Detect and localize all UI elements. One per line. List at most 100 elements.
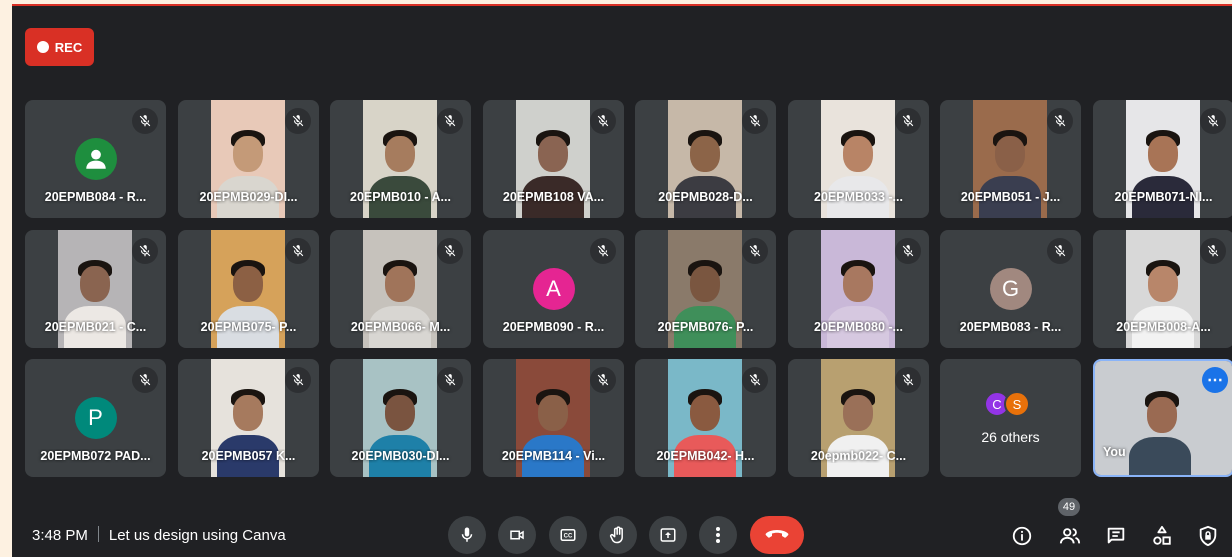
participant-name: 20EPMB057 K... [201, 449, 296, 463]
video-figure-head [385, 266, 415, 302]
others-tile[interactable]: C S 26 others [940, 359, 1081, 477]
mic-off-indicator [437, 367, 463, 393]
participant-name: 20EPMB084 - R... [44, 190, 147, 204]
mic-off-indicator [1047, 238, 1073, 264]
participant-tile[interactable]: 20EPMB028-D... [635, 100, 776, 218]
mic-off-icon [902, 245, 914, 257]
participant-name: 20EPMB051 - J... [960, 190, 1061, 204]
participant-tile[interactable]: 20EPMB008-A... [1093, 230, 1232, 348]
mic-off-icon [444, 374, 456, 386]
mic-off-icon [597, 374, 609, 386]
end-call-icon [765, 530, 789, 538]
participant-name: 20EPMB021 - C... [44, 320, 147, 334]
mic-off-indicator [285, 367, 311, 393]
video-figure-head [538, 395, 568, 431]
participant-tile[interactable]: 20EPMB084 - R... [25, 100, 166, 218]
microphone-button[interactable] [448, 516, 486, 554]
participant-name: 20EPMB090 - R... [502, 320, 605, 334]
mic-off-indicator [132, 238, 158, 264]
participant-tile[interactable]: 20EPMB071-NI... [1093, 100, 1232, 218]
raise-hand-icon [609, 526, 623, 544]
video-figure-head [690, 395, 720, 431]
participant-tile[interactable]: 20EPMB114 - Vi... [483, 359, 624, 477]
participant-name: 20EPMB114 - Vi... [501, 449, 606, 463]
mic-off-icon [292, 245, 304, 257]
participant-tile[interactable]: 20EPMB021 - C... [25, 230, 166, 348]
video-figure-head [385, 395, 415, 431]
present-screen-icon [660, 528, 676, 542]
mic-off-icon [292, 374, 304, 386]
mic-off-indicator [1200, 108, 1226, 134]
divider [97, 526, 99, 542]
participant-tile[interactable]: 20EPMB042- H... [635, 359, 776, 477]
bottom-bar: 3:48 PM Let us design using Canva CC [12, 514, 1232, 557]
camera-button[interactable] [498, 516, 536, 554]
participant-tile[interactable]: 20EPMB010 - A... [330, 100, 471, 218]
video-figure-head [233, 395, 263, 431]
record-dot-icon [36, 41, 49, 53]
participant-name: 20EPMB083 - R... [959, 320, 1062, 334]
mic-off-indicator [895, 367, 921, 393]
chat-button[interactable] [1102, 522, 1130, 550]
mic-off-icon [902, 115, 914, 127]
others-avatar: S [1004, 391, 1030, 417]
participant-name: 20EPMB108 VA... [502, 190, 605, 204]
participant-name: 20EPMB066- M... [350, 320, 451, 334]
participant-tile[interactable]: 20epmb022- C... [788, 359, 929, 477]
present-screen-button[interactable] [649, 516, 687, 554]
mic-off-indicator [285, 238, 311, 264]
participant-tile[interactable]: 20EPMB066- M... [330, 230, 471, 348]
mic-off-icon [1054, 115, 1066, 127]
mic-off-icon [444, 245, 456, 257]
captions-button[interactable]: CC [549, 516, 587, 554]
participant-avatar: P [74, 397, 117, 439]
mic-off-icon [139, 245, 151, 257]
mic-off-icon [292, 115, 304, 127]
camera-icon [510, 530, 524, 540]
self-view-tile[interactable]: You ⋯ [1093, 359, 1232, 477]
video-figure-head [843, 395, 873, 431]
participant-tile[interactable]: 20EPMB076- P... [635, 230, 776, 348]
mic-off-indicator [895, 238, 921, 264]
raise-hand-button[interactable] [599, 516, 637, 554]
others-label: 26 others [981, 429, 1040, 445]
self-more-options-button[interactable]: ⋯ [1202, 367, 1228, 393]
more-horizontal-icon: ⋯ [1207, 372, 1223, 389]
others-avatars: CS [984, 391, 1030, 417]
participant-tile[interactable]: A 20EPMB090 - R... [483, 230, 624, 348]
participant-tile[interactable]: 20EPMB030-DI... [330, 359, 471, 477]
video-figure-head [1148, 136, 1178, 172]
host-controls-button[interactable] [1194, 522, 1222, 550]
participant-avatar: A [532, 268, 575, 310]
participant-tile[interactable]: 20EPMB057 K... [178, 359, 319, 477]
participant-name: 20EPMB042- H... [656, 449, 755, 463]
activities-button[interactable] [1148, 522, 1176, 550]
video-figure-head [385, 136, 415, 172]
participant-tile[interactable]: 20EPMB033 -... [788, 100, 929, 218]
participant-tile[interactable]: 20EPMB075- P... [178, 230, 319, 348]
participant-tile[interactable]: 20EPMB080 -... [788, 230, 929, 348]
participant-name: You [1103, 445, 1126, 459]
mic-off-indicator [437, 108, 463, 134]
meeting-info: 3:48 PM Let us design using Canva [32, 526, 286, 544]
people-button[interactable] [1056, 522, 1084, 550]
participant-name: 20EPMB080 -... [814, 320, 903, 334]
meeting-details-button[interactable] [1008, 522, 1036, 550]
mic-off-indicator [590, 367, 616, 393]
participant-tile[interactable]: 20EPMB051 - J... [940, 100, 1081, 218]
participant-tile[interactable]: G 20EPMB083 - R... [940, 230, 1081, 348]
meeting-time: 3:48 PM [32, 527, 88, 544]
participant-tile[interactable]: 20EPMB029-DI... [178, 100, 319, 218]
person-avatar-icon [74, 138, 117, 180]
recording-label: REC [54, 39, 83, 55]
video-figure-head [1148, 266, 1178, 302]
mic-off-icon [597, 115, 609, 127]
participant-name: 20EPMB071-NI... [1114, 190, 1213, 204]
end-call-button[interactable] [750, 516, 804, 554]
mic-off-indicator [742, 367, 768, 393]
activities-icon [1153, 525, 1171, 545]
microphone-icon [461, 527, 473, 542]
participant-tile[interactable]: 20EPMB108 VA... [483, 100, 624, 218]
more-options-button[interactable] [699, 516, 737, 554]
participant-tile[interactable]: P 20EPMB072 PAD... [25, 359, 166, 477]
